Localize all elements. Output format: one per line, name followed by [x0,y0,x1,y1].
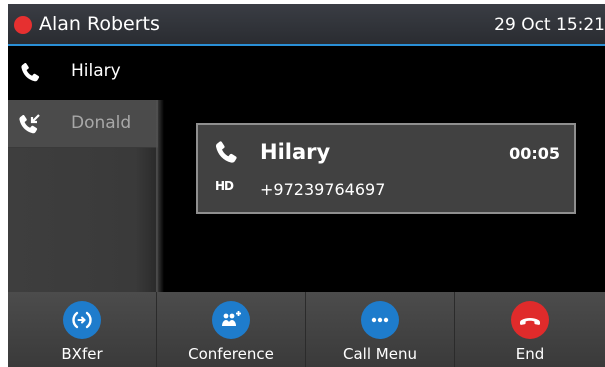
more-icon [361,301,399,339]
softkey-label: End [515,345,545,363]
active-call-card[interactable]: HD Hilary +97239764697 00:05 [196,123,576,214]
end-call-icon [511,301,549,339]
caller-name: Hilary [260,140,331,164]
incoming-call-icon [18,112,42,136]
conference-icon [212,301,250,339]
caller-number: +97239764697 [260,180,386,199]
date-time: 29 Oct 15:21 [494,15,605,35]
softkey-bar: BXfer Conference Call Menu End [8,292,605,367]
user-name: Alan Roberts [39,13,160,35]
status-bar: Alan Roberts 29 Oct 15:21 [8,4,605,46]
phone-screen: Alan Roberts 29 Oct 15:21 Hilary Donald [8,4,605,367]
call-menu-button[interactable]: Call Menu [306,292,455,367]
softkey-label: Call Menu [343,345,417,363]
blind-transfer-icon [63,301,101,339]
hd-audio-icon: HD [215,179,234,193]
divider [156,100,164,292]
softkey-label: Conference [188,345,274,363]
call-duration: 00:05 [509,144,560,163]
call-list-item-hilary[interactable]: Hilary [8,46,158,100]
phone-icon [18,61,42,85]
call-list-empty-area [8,148,158,292]
softkey-label: BXfer [61,345,103,363]
phone-icon [212,139,240,167]
bxfer-button[interactable]: BXfer [8,292,157,367]
call-list-item-label: Donald [71,113,132,133]
call-list-item-donald[interactable]: Donald [8,100,158,148]
conference-button[interactable]: Conference [157,292,306,367]
end-call-button[interactable]: End [455,292,605,367]
call-list-item-label: Hilary [71,61,121,81]
presence-status-icon[interactable] [14,16,32,34]
call-list: Hilary Donald [8,46,158,292]
